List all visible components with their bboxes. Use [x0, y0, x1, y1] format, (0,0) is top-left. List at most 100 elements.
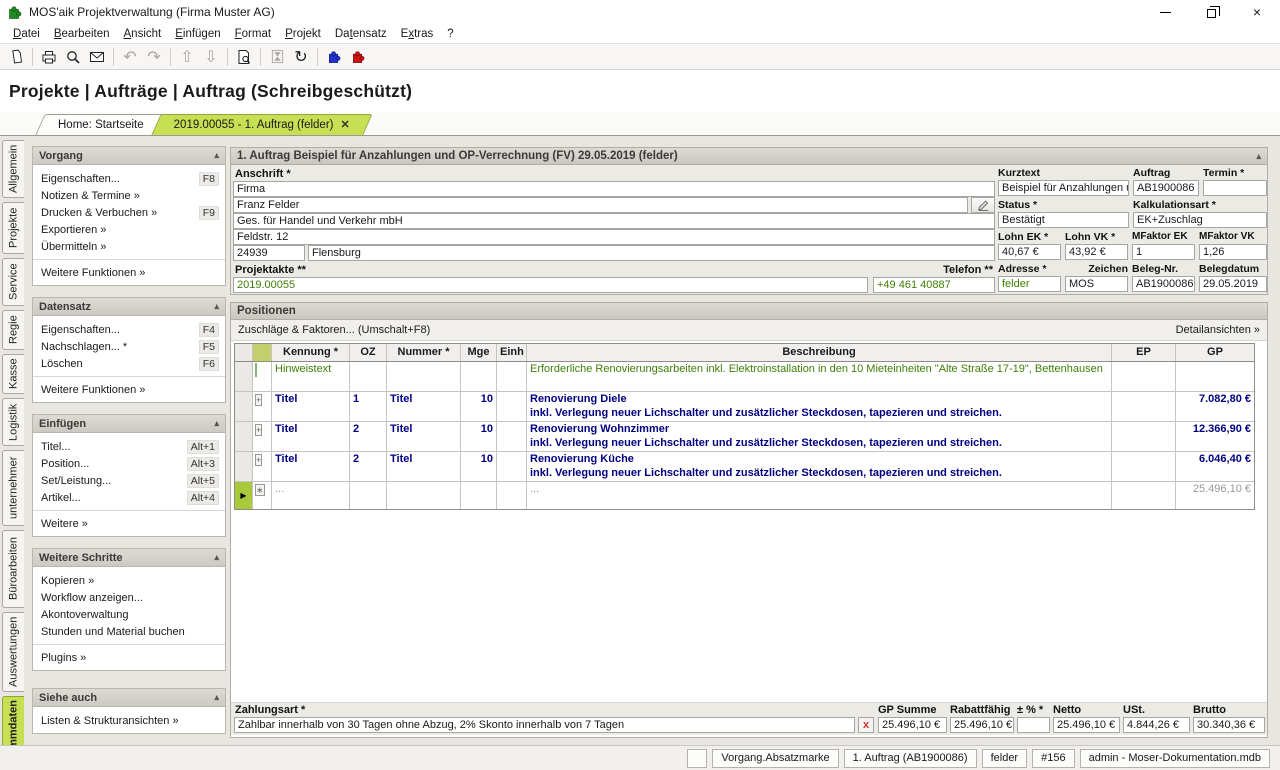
vtab-unternehmer[interactable]: unternehmer — [2, 450, 24, 526]
close-button[interactable]: × — [1234, 0, 1280, 24]
table-row-titel-2[interactable]: + Titel 2 Titel 10 Renovierung Wohnzimme… — [235, 422, 1254, 452]
cell-beschreibung[interactable]: Erforderliche Renovierungsarbeiten inkl.… — [527, 362, 1112, 391]
expand-icon[interactable]: + — [255, 454, 263, 466]
sidebar-item-uebermitteln[interactable]: Übermitteln » — [33, 238, 225, 255]
tab-auftrag[interactable]: 2019.00055 - 1. Auftrag (felder) ✕ — [150, 114, 373, 135]
zuschlaege-faktoren-link[interactable]: Zuschläge & Faktoren... (Umschalt+F8) — [238, 324, 430, 336]
print-icon[interactable] — [37, 45, 61, 68]
menu-bearbeiten[interactable]: Bearbeiten — [47, 26, 117, 42]
menu-datei[interactable]: Datei — [6, 26, 47, 42]
menu-datensatz[interactable]: Datensatz — [328, 26, 394, 42]
address-line1-field[interactable]: Firma — [233, 181, 995, 197]
print-preview-icon[interactable] — [61, 45, 85, 68]
cell-gp[interactable]: 25.496,10 € — [1176, 482, 1254, 509]
sidebar-item-artikel[interactable]: Artikel... Alt+4 — [33, 489, 225, 506]
section-header-weitere-schritte[interactable]: Weitere Schritte ▴ — [33, 549, 225, 567]
document-lookup-icon[interactable] — [232, 45, 256, 68]
lohn-ek-field[interactable]: 40,67 € — [998, 244, 1061, 260]
cell-beschreibung[interactable]: Renovierung Diele inkl. Verlegung neuer … — [527, 392, 1112, 421]
mfaktor-vk-field[interactable]: 1,26 — [1199, 244, 1267, 260]
sidebar-item-weitere-funktionen-vorgang[interactable]: Weitere Funktionen » — [33, 264, 225, 281]
menu-extras[interactable]: Extras — [394, 26, 441, 42]
new-document-icon[interactable] — [4, 45, 28, 68]
sidebar-item-listen-strukturansichten[interactable]: Listen & Strukturansichten » — [33, 712, 225, 729]
email-icon[interactable] — [85, 45, 109, 68]
cell-kennung[interactable]: Titel — [272, 452, 350, 481]
cell-mge[interactable]: 10 — [461, 452, 497, 481]
sidebar-item-drucken-verbuchen[interactable]: Drucken & Verbuchen » F9 — [33, 204, 225, 221]
sidebar-item-loeschen[interactable]: Löschen F6 — [33, 355, 225, 372]
undo-icon[interactable]: ↶ — [118, 45, 142, 68]
netto-field[interactable]: 25.496,10 € — [1053, 717, 1120, 733]
table-row-new[interactable]: ▶ ∗ ... ... 25.496,10 € — [235, 482, 1254, 509]
col-kennung[interactable]: Kennung * — [272, 344, 350, 361]
col-beschreibung[interactable]: Beschreibung — [527, 344, 1112, 361]
sidebar-item-workflow-anzeigen[interactable]: Workflow anzeigen... — [33, 589, 225, 606]
sidebar-item-plugins[interactable]: Plugins » — [33, 649, 225, 666]
sidebar-item-position[interactable]: Position... Alt+3 — [33, 455, 225, 472]
cell-kennung[interactable]: ... — [272, 482, 350, 509]
vtab-projekte[interactable]: Projekte — [2, 202, 24, 254]
cell-beschreibung[interactable]: Renovierung Wohnzimmer inkl. Verlegung n… — [527, 422, 1112, 451]
restore-button[interactable] — [1188, 0, 1234, 24]
expand-icon[interactable]: + — [255, 424, 263, 436]
address-line3-field[interactable]: Ges. für Handel und Verkehr mbH — [233, 213, 995, 229]
zeichen-field[interactable]: MOS — [1065, 276, 1128, 292]
address-line4-field[interactable]: Feldstr. 12 — [233, 229, 995, 245]
col-einh[interactable]: Einh — [497, 344, 527, 361]
col-gp[interactable]: GP — [1176, 344, 1254, 361]
sidebar-item-set-leistung[interactable]: Set/Leistung... Alt+5 — [33, 472, 225, 489]
beleg-nr-field[interactable]: AB1900086 — [1132, 276, 1195, 292]
kurztext-field[interactable]: Beispiel für Anzahlungen u — [998, 180, 1129, 196]
adresse-field[interactable]: felder — [998, 276, 1061, 292]
section-header-vorgang[interactable]: Vorgang ▴ — [33, 147, 225, 165]
cell-gp[interactable]: 6.046,40 € — [1176, 452, 1254, 481]
section-header-datensatz[interactable]: Datensatz ▴ — [33, 298, 225, 316]
refresh-icon[interactable]: ↻ — [289, 45, 313, 68]
tab-home-startseite[interactable]: Home: Startseite — [35, 114, 167, 135]
cell-oz[interactable]: 2 — [350, 422, 387, 451]
vtab-kasse[interactable]: Kasse — [2, 354, 24, 394]
menu-projekt[interactable]: Projekt — [278, 26, 328, 42]
col-oz[interactable]: OZ — [350, 344, 387, 361]
col-ep[interactable]: EP — [1112, 344, 1176, 361]
table-row-titel-3[interactable]: + Titel 2 Titel 10 Renovierung Küche ink… — [235, 452, 1254, 482]
status-field[interactable]: Bestätigt — [998, 212, 1129, 228]
brutto-field[interactable]: 30.340,36 € — [1193, 717, 1265, 733]
sidebar-item-exportieren[interactable]: Exportieren » — [33, 221, 225, 238]
cell-beschreibung[interactable]: Renovierung Küche inkl. Verlegung neuer … — [527, 452, 1112, 481]
cell-kennung[interactable]: Titel — [272, 422, 350, 451]
table-row-titel-1[interactable]: + Titel 1 Titel 10 Renovierung Diele ink… — [235, 392, 1254, 422]
vtab-logistik[interactable]: Logistik — [2, 398, 24, 446]
kalkulationsart-field[interactable]: EK+Zuschlag — [1133, 212, 1267, 228]
cell-oz[interactable]: 2 — [350, 452, 387, 481]
sidebar-item-notizen-termine[interactable]: Notizen & Termine » — [33, 187, 225, 204]
belegdatum-field[interactable]: 29.05.2019 — [1199, 276, 1267, 292]
menu-format[interactable]: Format — [228, 26, 278, 42]
cell-kennung[interactable]: Titel — [272, 392, 350, 421]
clear-zahlungsart-icon[interactable]: x — [858, 717, 874, 733]
lohn-vk-field[interactable]: 43,92 € — [1065, 244, 1128, 260]
cell-gp[interactable]: 12.366,90 € — [1176, 422, 1254, 451]
vtab-service[interactable]: Service — [2, 258, 24, 306]
menu-einfuegen[interactable]: Einfügen — [168, 26, 227, 42]
plugin-red-icon[interactable] — [346, 45, 370, 68]
sidebar-item-weitere[interactable]: Weitere » — [33, 515, 225, 532]
menu-ansicht[interactable]: Ansicht — [117, 26, 169, 42]
auftrag-field[interactable]: AB1900086 — [1133, 180, 1199, 196]
vtab-bueroarbeiten[interactable]: Büroarbeiten — [2, 530, 24, 608]
minimize-button[interactable] — [1142, 0, 1188, 24]
plugin-blue-icon[interactable] — [322, 45, 346, 68]
termin-field[interactable] — [1203, 180, 1267, 196]
cell-kennung[interactable]: Hinweistext — [272, 362, 350, 391]
prozent-field[interactable] — [1017, 717, 1050, 733]
zahlungsart-field[interactable]: Zahlbar innerhalb von 30 Tagen ohne Abzu… — [234, 717, 855, 733]
move-up-icon[interactable]: ⇧ — [175, 45, 199, 68]
cell-mge[interactable]: 10 — [461, 392, 497, 421]
sidebar-item-eigenschaften-datensatz[interactable]: Eigenschaften... F4 — [33, 321, 225, 338]
gp-summe-field[interactable]: 25.496,10 € — [878, 717, 947, 733]
cell-oz[interactable]: 1 — [350, 392, 387, 421]
vtab-regie[interactable]: Regie — [2, 310, 24, 350]
sidebar-item-akontoverwaltung[interactable]: Akontoverwaltung — [33, 606, 225, 623]
col-mge[interactable]: Mge — [461, 344, 497, 361]
